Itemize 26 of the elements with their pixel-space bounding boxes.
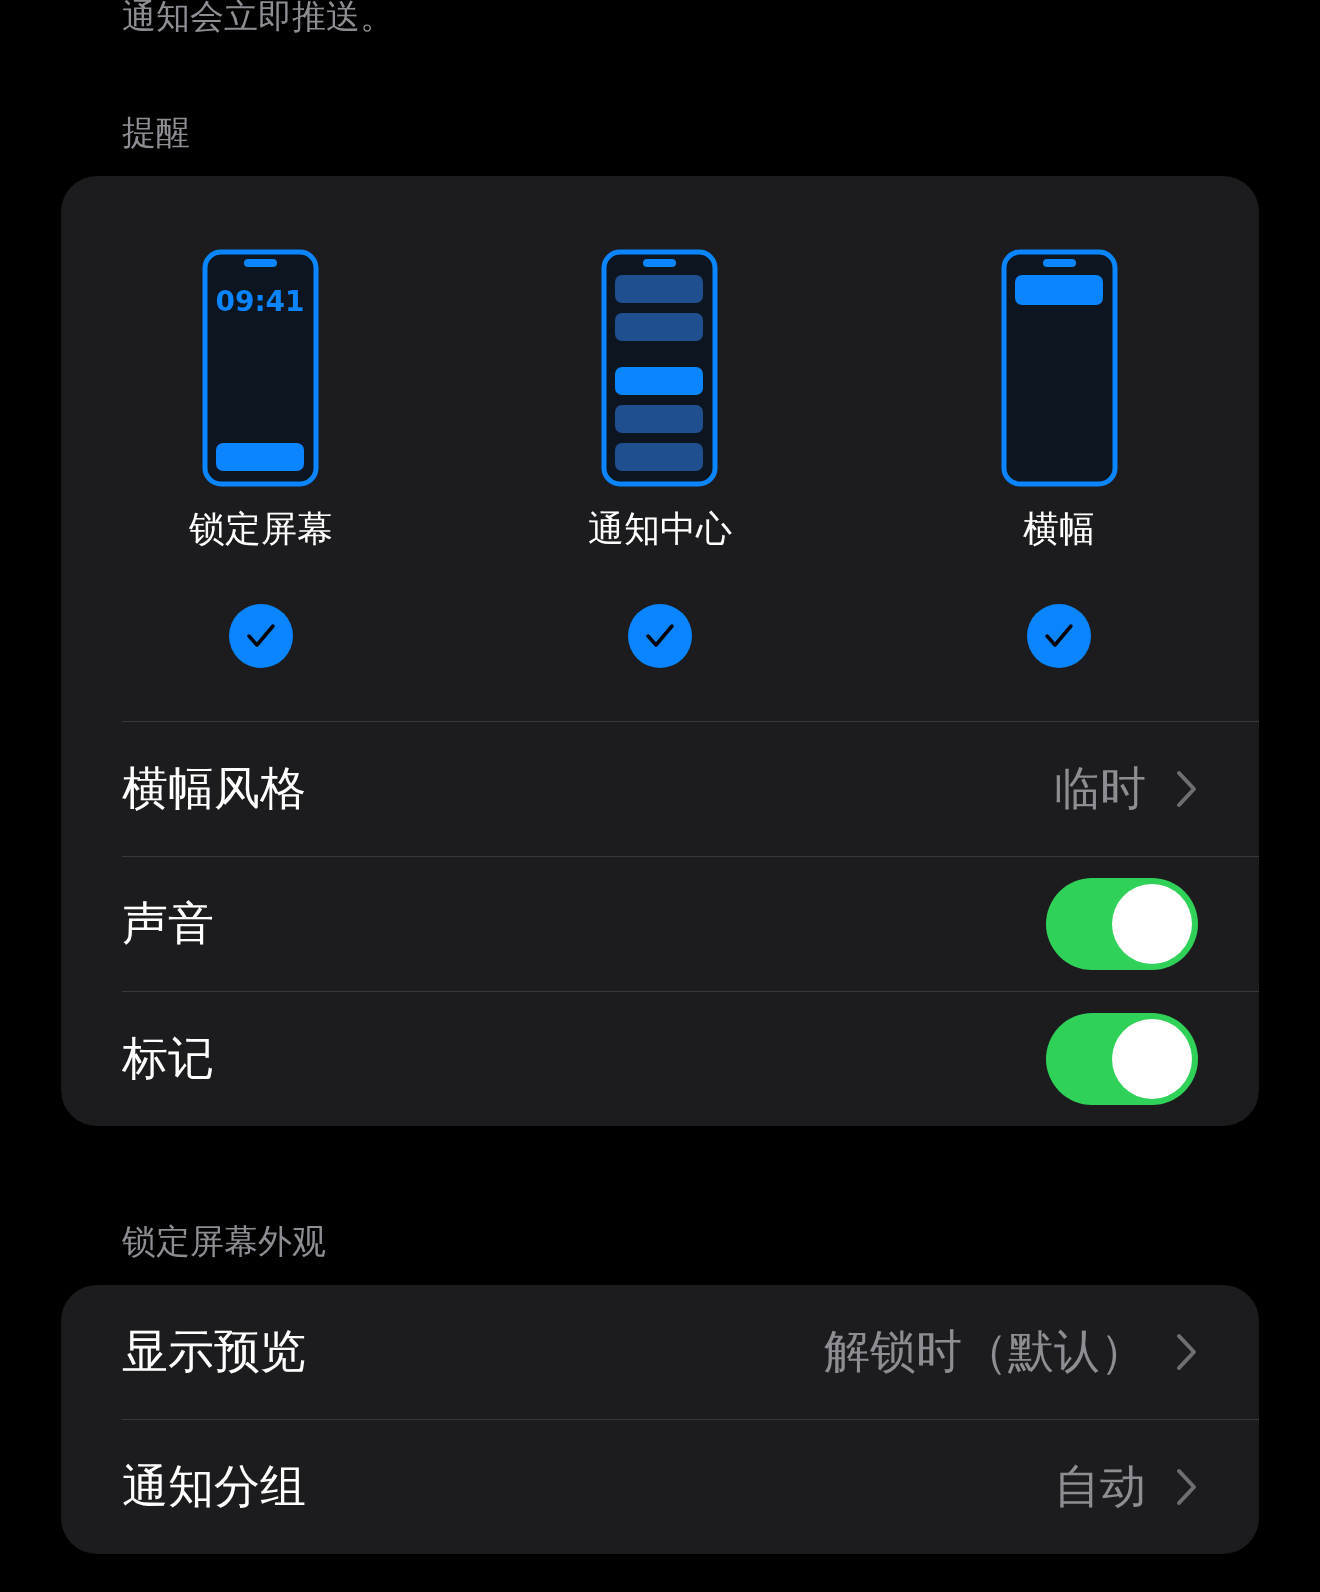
settings-row[interactable]: 横幅风格 临时: [122, 721, 1259, 856]
row-label: 声音: [122, 895, 215, 952]
row-value: 临时: [1054, 760, 1146, 817]
phone-icon: [1001, 249, 1118, 487]
settings-row[interactable]: 显示预览 解锁时（默认）: [122, 1285, 1259, 1419]
chevron-icon: [1176, 1468, 1198, 1506]
row-label: 横幅风格: [122, 760, 307, 817]
row-label: 显示预览: [122, 1323, 307, 1380]
phone-icon: [202, 249, 319, 487]
chevron-icon: [1176, 770, 1198, 808]
phone-icon: [602, 249, 718, 487]
settings-row[interactable]: 通知分组 自动: [122, 1419, 1259, 1554]
time-text: 09:41: [215, 285, 305, 318]
section-header: 锁定屏幕外观: [121, 1221, 327, 1261]
row-value: 自动: [1054, 1458, 1146, 1515]
checkmark-icon: [1044, 623, 1075, 649]
style-label: 锁定屏幕: [188, 509, 333, 549]
checkmark-icon: [645, 623, 675, 649]
row-value: 解锁时（默认）: [824, 1323, 1146, 1380]
row-label: 通知分组: [122, 1458, 307, 1515]
checkmark-icon: [245, 623, 276, 649]
style-label: 通知中心: [588, 509, 732, 549]
section-header: 提醒: [121, 112, 191, 152]
row-label: 标记: [122, 1030, 215, 1087]
style-label: 横幅: [1023, 509, 1096, 549]
chevron-icon: [1176, 1333, 1198, 1371]
